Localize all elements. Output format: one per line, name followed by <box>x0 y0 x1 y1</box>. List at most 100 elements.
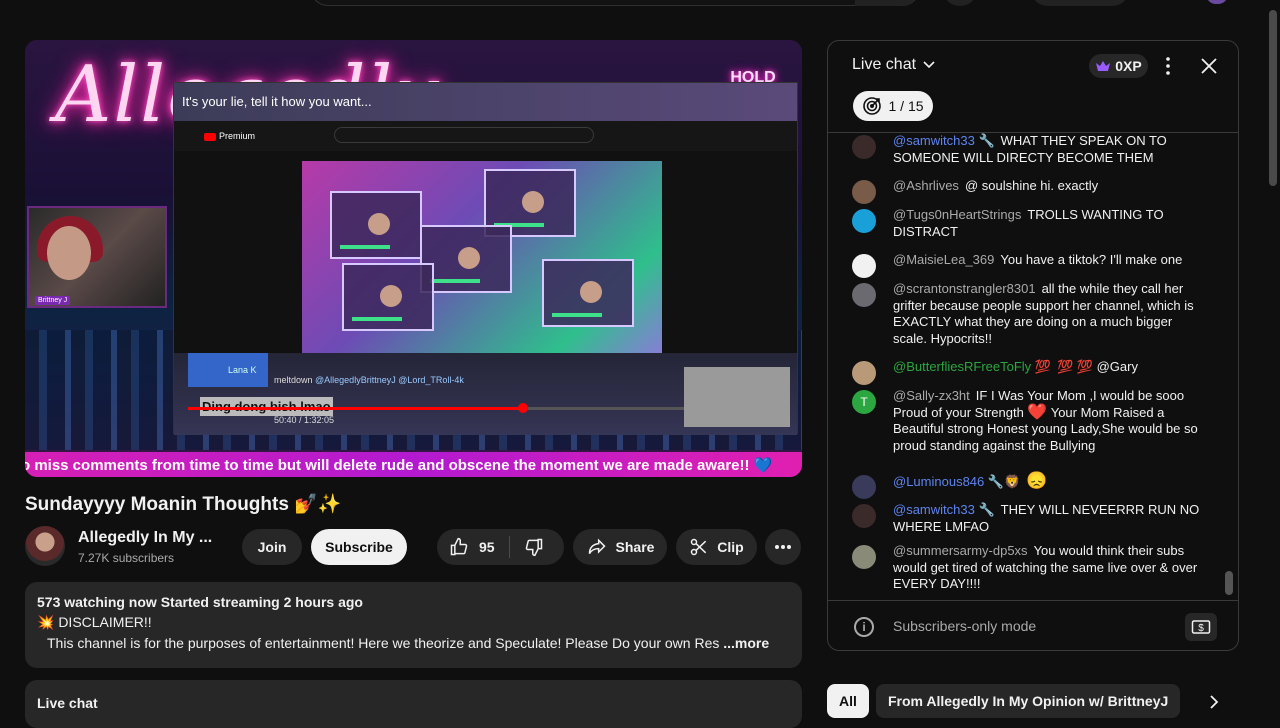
ticker-text: o miss comments from time to time but wi… <box>25 457 773 474</box>
embedded-stage <box>302 161 662 357</box>
chat-mode-dropdown[interactable]: Live chat <box>852 56 936 74</box>
chat-message: @MaisieLea_369 You have a tiktok? I'll ma… <box>852 252 1208 278</box>
description-line: 💥 DISCLAIMER!! <box>37 614 152 630</box>
chat-author[interactable]: @Luminous846 🔧🦁 <box>893 474 1020 489</box>
chat-author[interactable]: @samwitch33 🔧 <box>893 133 995 148</box>
live-chat-replay-bar[interactable]: Live chat <box>25 680 802 728</box>
chat-menu-button[interactable] <box>1158 54 1178 78</box>
target-icon <box>862 96 882 116</box>
scrollbar-thumb[interactable] <box>1269 10 1277 186</box>
subscribe-button[interactable]: Subscribe <box>311 529 407 565</box>
like-button[interactable]: 95 <box>437 537 495 557</box>
chat-author[interactable]: @ButterfliesRFreeToFly 💯 <box>893 359 1051 374</box>
stage-card <box>342 263 434 331</box>
chat-text: 💯 💯 @Gary <box>1056 359 1138 374</box>
chat-avatar[interactable] <box>852 180 876 204</box>
search-button[interactable] <box>855 0 919 6</box>
chat-header: Live chat 0XP 1 / 15 <box>828 41 1238 133</box>
chat-avatar[interactable]: T <box>852 390 876 414</box>
chat-text: 😞 <box>1026 471 1048 490</box>
chat-avatar[interactable] <box>852 254 876 278</box>
chat-author[interactable]: @MaisieLea_369 <box>893 252 994 267</box>
like-dislike-group: 95 <box>437 529 564 565</box>
chat-message: @Luminous846 🔧🦁 😞 <box>852 471 1208 499</box>
chat-avatar[interactable] <box>852 135 876 159</box>
chat-goal-pill[interactable]: 1 / 15 <box>853 91 933 121</box>
thumbs-up-icon <box>449 537 469 557</box>
info-icon[interactable]: i <box>854 617 874 637</box>
chat-avatar[interactable] <box>852 545 876 569</box>
chat-message: @scrantonstrangler8301 all the while they… <box>852 281 1208 347</box>
close-icon <box>1200 57 1218 75</box>
search-box[interactable] <box>310 0 920 6</box>
chat-message: @ButterfliesRFreeToFly 💯 💯 💯 @Gary <box>852 359 1208 385</box>
live-chat-panel: Live chat 0XP 1 / 15 @samwitch33 🔧 WHAT … <box>827 40 1239 651</box>
webcam-face <box>47 226 91 280</box>
chat-avatar[interactable] <box>852 475 876 499</box>
chip-all[interactable]: All <box>827 684 869 718</box>
chat-message: T @Sally-zx3ht IF I Was Your Mom ,I would… <box>852 388 1208 454</box>
chip-from-channel[interactable]: From Allegedly In My Opinion w/ Brittney… <box>876 684 1181 718</box>
page-scrollbar[interactable] <box>1266 0 1280 720</box>
video-title: Sundayyyy Moanin Thoughts 💅✨ <box>25 494 342 515</box>
share-label: Share <box>615 539 655 555</box>
super-chat-button[interactable]: $ <box>1185 613 1217 641</box>
account-avatar[interactable] <box>1206 0 1228 4</box>
close-chat-button[interactable] <box>1196 53 1222 79</box>
embedded-meta-prefix: meltdown <box>274 375 316 385</box>
chat-message: @Ashrlives @ soulshine hi. exactly <box>852 178 1208 204</box>
top-bar <box>0 0 1280 10</box>
more-actions-button[interactable] <box>765 529 801 565</box>
stage-card <box>330 191 422 259</box>
chat-author[interactable]: @summersarmy-dp5xs <box>893 543 1028 558</box>
chat-title: Live chat <box>852 56 917 73</box>
chips-next-button[interactable] <box>1200 688 1228 716</box>
embedded-screen: It's your lie, tell it how you want... P… <box>173 82 798 435</box>
chat-avatar[interactable] <box>852 361 876 385</box>
chat-message: @Tugs0nHeartStrings TROLLS WANTING TO DIS… <box>852 207 1208 240</box>
chat-message: @summersarmy-dp5xs You would think their … <box>852 543 1208 593</box>
share-icon <box>586 537 608 557</box>
thumbs-down-icon <box>524 537 544 557</box>
channel-avatar[interactable] <box>25 526 65 566</box>
stage-card <box>542 259 634 327</box>
embedded-time: 50:40 / 1:32:05 <box>274 415 335 425</box>
xp-value: 0XP <box>1115 58 1142 74</box>
chat-message: @samwitch33 🔧 WHAT THEY SPEAK ON TO SOMEO… <box>852 133 1208 166</box>
description-stats: 573 watching now Started streaming 2 hou… <box>37 594 363 610</box>
chat-footer: i Subscribers-only mode $ <box>828 600 1238 650</box>
chat-author[interactable]: @Tugs0nHeartStrings <box>893 207 1021 222</box>
chat-avatar[interactable] <box>852 283 876 307</box>
chat-author[interactable]: @Ashrlives <box>893 178 959 193</box>
embedded-mini-player <box>684 367 790 427</box>
embedded-search <box>334 127 594 143</box>
like-count: 95 <box>479 539 495 555</box>
embedded-yt-bar: Premium <box>174 121 797 151</box>
description-box[interactable]: 573 watching now Started streaming 2 hou… <box>25 582 802 668</box>
clip-label: Clip <box>717 539 744 555</box>
voice-search-button[interactable] <box>942 0 978 6</box>
embedded-meta: meltdown @AllegedlyBrittneyJ @Lord_TRoll… <box>274 375 464 385</box>
chat-author[interactable]: @samwitch33 🔧 <box>893 502 995 517</box>
create-button[interactable] <box>1030 0 1130 6</box>
description-more-link[interactable]: ...more <box>723 635 769 651</box>
heart-emoji: ❤️ <box>1027 403 1048 421</box>
channel-name[interactable]: Allegedly In My ... <box>78 529 212 547</box>
xp-badge[interactable]: 0XP <box>1089 54 1148 78</box>
chevron-down-icon <box>922 60 936 70</box>
clip-button[interactable]: Clip <box>676 529 757 565</box>
chat-author[interactable]: @Sally-zx3ht <box>893 388 970 403</box>
dollar-icon: $ <box>1191 619 1211 635</box>
join-button[interactable]: Join <box>242 529 302 565</box>
chat-scrollbar[interactable] <box>1225 571 1233 595</box>
chat-author[interactable]: @scrantonstrangler8301 <box>893 281 1036 296</box>
chat-avatar[interactable] <box>852 209 876 233</box>
embedded-lana-tag: Lana K <box>188 353 268 387</box>
share-button[interactable]: Share <box>573 529 667 565</box>
video-player[interactable]: Allegedly HOLD PLEASE Brittney J It's yo… <box>25 40 802 477</box>
subscribers-only-text: Subscribers-only mode <box>893 618 1037 634</box>
chat-avatar[interactable] <box>852 504 876 528</box>
webcam-tag: Brittney J <box>35 296 71 305</box>
dislike-button[interactable] <box>510 537 544 557</box>
embedded-caption: It's your lie, tell it how you want... <box>174 83 797 121</box>
